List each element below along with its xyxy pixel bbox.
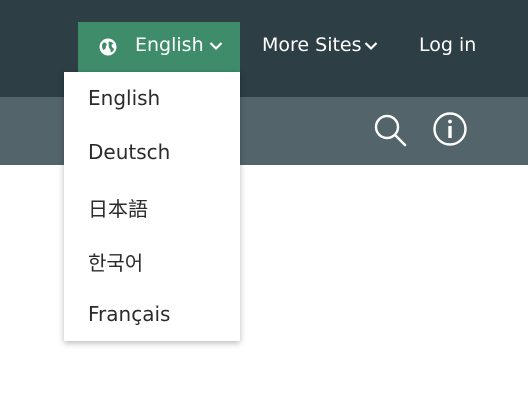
search-icon[interactable]: [372, 112, 408, 148]
login-link[interactable]: Log in: [419, 34, 476, 56]
page: English More Sites Log in English Deutsc…: [0, 0, 528, 406]
language-option-korean[interactable]: 한국어: [88, 247, 143, 276]
info-icon[interactable]: [432, 111, 468, 147]
globe-icon: [99, 38, 117, 56]
more-sites-label: More Sites: [262, 34, 362, 56]
chevron-down-icon: [364, 42, 378, 51]
language-dropdown-menu: English Deutsch 日本語 한국어 Français: [64, 72, 240, 341]
language-selector-label: English: [135, 34, 204, 56]
language-option-deutsch[interactable]: Deutsch: [88, 140, 170, 164]
chevron-down-icon: [209, 42, 223, 51]
language-option-japanese[interactable]: 日本語: [88, 193, 148, 222]
language-selector-button[interactable]: English: [78, 22, 240, 72]
language-option-english[interactable]: English: [88, 86, 160, 110]
language-option-francais[interactable]: Français: [88, 302, 170, 326]
